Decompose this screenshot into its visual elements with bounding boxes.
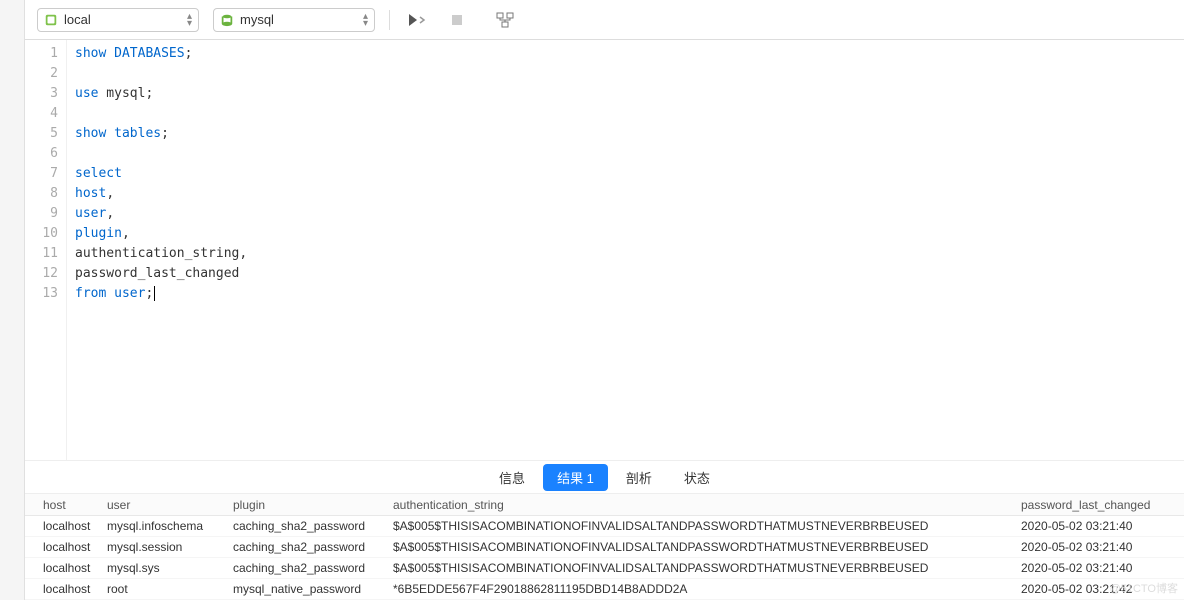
tab-info[interactable]: 信息 (485, 464, 539, 491)
run-button[interactable] (404, 8, 430, 32)
tab-result[interactable]: 结果 1 (543, 464, 608, 491)
line-numbers: 12345678910111213 (25, 40, 67, 460)
cell-host[interactable]: localhost (25, 561, 107, 575)
grid-header: host user plugin authentication_string p… (25, 494, 1184, 516)
cell-auth[interactable]: $A$005$THISISACOMBINATIONOFINVALIDSALTAN… (393, 540, 1013, 554)
chevron-updown-icon: ▴▾ (187, 13, 192, 27)
cell-plugin[interactable]: caching_sha2_password (233, 540, 393, 554)
col-plugin[interactable]: plugin (233, 498, 393, 512)
table-row[interactable]: localhostmysql.infoschemacaching_sha2_pa… (25, 516, 1184, 537)
cell-user[interactable]: mysql.infoschema (107, 519, 233, 533)
col-auth[interactable]: authentication_string (393, 498, 1013, 512)
left-gutter (0, 0, 25, 600)
main-panel: local ▴▾ mysql ▴▾ 12345678910111213 show… (25, 0, 1184, 600)
connection-icon (44, 13, 58, 27)
cell-pwd[interactable]: 2020-05-02 03:21:40 (1013, 561, 1184, 575)
results-grid: host user plugin authentication_string p… (25, 494, 1184, 600)
connection-label: local (64, 12, 181, 27)
result-tabs: 信息 结果 1 剖析 状态 (25, 460, 1184, 494)
connection-selector[interactable]: local ▴▾ (37, 8, 199, 32)
tab-profile[interactable]: 剖析 (612, 464, 666, 491)
toolbar: local ▴▾ mysql ▴▾ (25, 0, 1184, 40)
table-row[interactable]: localhostmysql.syscaching_sha2_password$… (25, 558, 1184, 579)
cell-auth[interactable]: $A$005$THISISACOMBINATIONOFINVALIDSALTAN… (393, 561, 1013, 575)
col-pwd[interactable]: password_last_changed (1013, 498, 1184, 512)
cell-auth[interactable]: $A$005$THISISACOMBINATIONOFINVALIDSALTAN… (393, 519, 1013, 533)
cell-user[interactable]: root (107, 582, 233, 596)
separator (389, 10, 390, 30)
cell-host[interactable]: localhost (25, 582, 107, 596)
cell-pwd[interactable]: 2020-05-02 03:21:40 (1013, 519, 1184, 533)
cell-auth[interactable]: *6B5EDDE567F4F29018862811195DBD14B8ADDD2… (393, 582, 1013, 596)
table-row[interactable]: localhostrootmysql_native_password*6B5ED… (25, 579, 1184, 600)
code-area[interactable]: show DATABASES; use mysql; show tables; … (67, 40, 1184, 460)
schema-selector[interactable]: mysql ▴▾ (213, 8, 375, 32)
tab-status[interactable]: 状态 (670, 464, 724, 491)
col-user[interactable]: user (107, 498, 233, 512)
chevron-updown-icon: ▴▾ (363, 13, 368, 27)
sql-editor[interactable]: 12345678910111213 show DATABASES; use my… (25, 40, 1184, 460)
watermark: @51CTO博客 (1110, 580, 1178, 596)
cell-plugin[interactable]: mysql_native_password (233, 582, 393, 596)
database-icon (220, 13, 234, 27)
cell-host[interactable]: localhost (25, 519, 107, 533)
cell-pwd[interactable]: 2020-05-02 03:21:40 (1013, 540, 1184, 554)
schema-label: mysql (240, 12, 357, 27)
stop-button[interactable] (444, 8, 470, 32)
cell-user[interactable]: mysql.session (107, 540, 233, 554)
cell-host[interactable]: localhost (25, 540, 107, 554)
explain-button[interactable] (492, 8, 518, 32)
cell-plugin[interactable]: caching_sha2_password (233, 519, 393, 533)
col-host[interactable]: host (25, 498, 107, 512)
table-row[interactable]: localhostmysql.sessioncaching_sha2_passw… (25, 537, 1184, 558)
cell-user[interactable]: mysql.sys (107, 561, 233, 575)
cell-plugin[interactable]: caching_sha2_password (233, 561, 393, 575)
